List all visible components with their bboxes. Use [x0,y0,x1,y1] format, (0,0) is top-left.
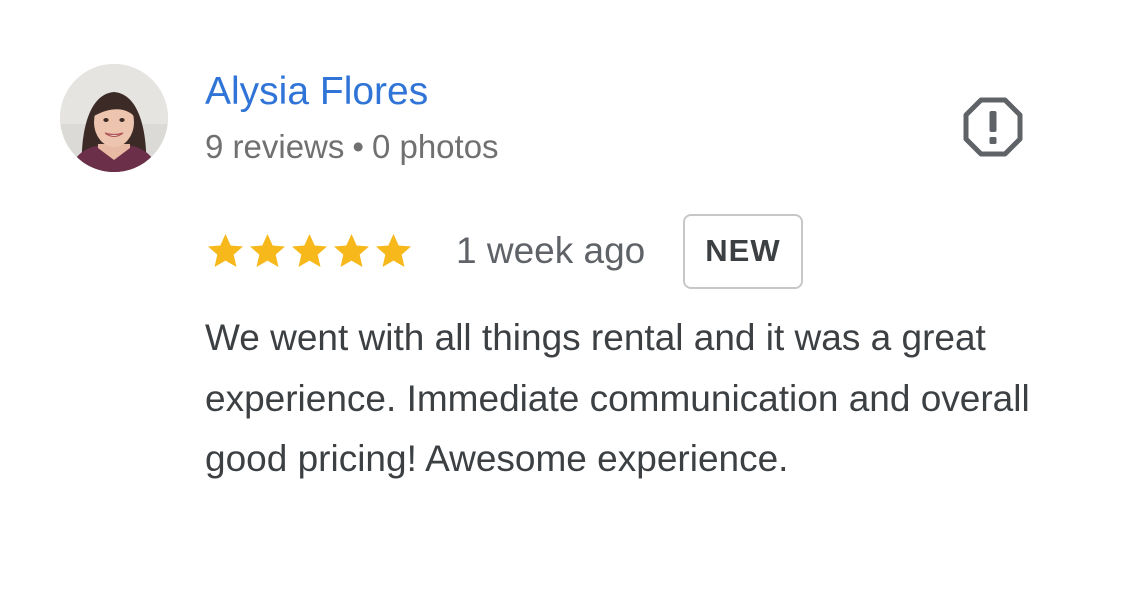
meta-separator: • [352,128,364,165]
report-octagon-icon [963,97,1023,157]
review-text: We went with all things rental and it wa… [205,317,1030,479]
avatar-photo-icon [60,64,168,172]
reviews-count: 9 reviews [205,128,345,165]
star-rating [205,231,414,271]
new-badge: NEW [683,213,803,289]
star-icon [292,234,327,267]
author-meta: 9 reviews • 0 photos [205,126,499,168]
star-icon [208,234,243,267]
star-icon [334,234,369,267]
report-review-button[interactable] [960,94,1026,160]
author-name-link[interactable]: Alysia Flores [205,68,428,116]
rating-row: 1 week ago NEW [205,213,803,289]
avatar[interactable] [60,64,168,172]
star-icon [376,234,411,267]
star-icon [250,234,285,267]
photos-count: 0 photos [371,128,499,165]
review-time: 1 week ago [456,230,646,271]
